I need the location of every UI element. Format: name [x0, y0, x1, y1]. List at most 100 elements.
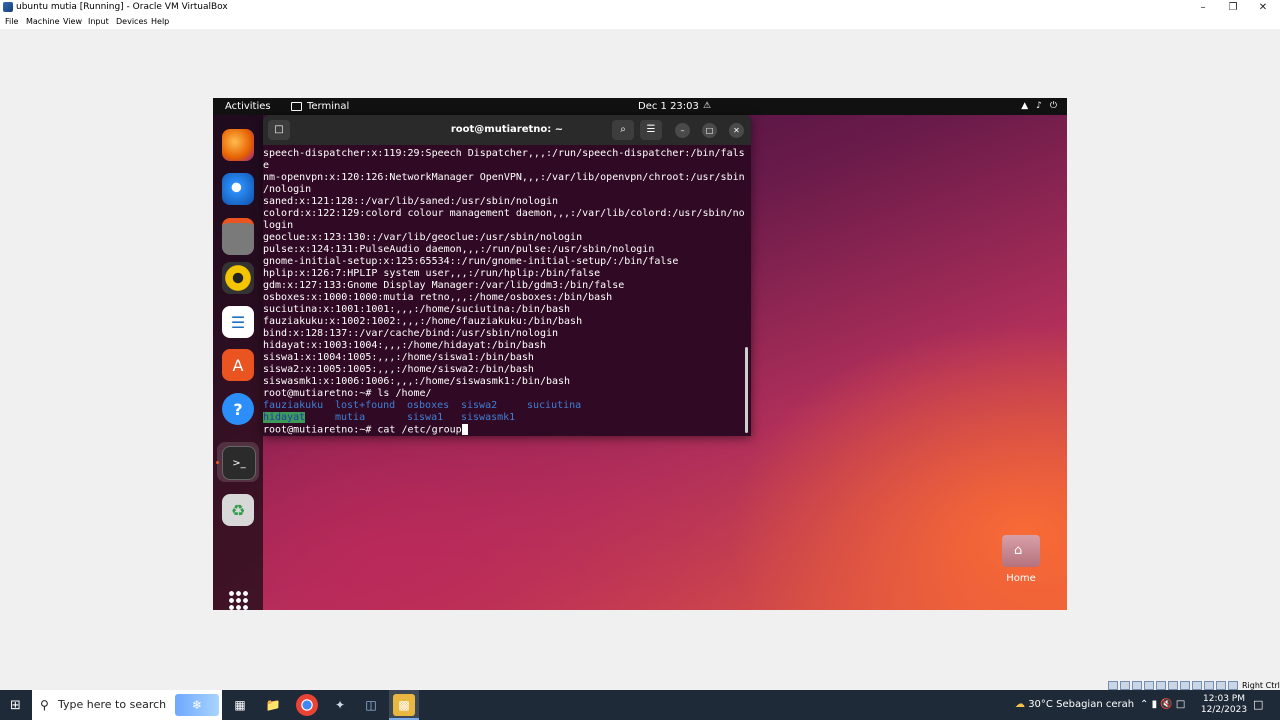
- ls-entry: suciutina: [527, 400, 582, 411]
- network-status-icon[interactable]: [1144, 681, 1154, 690]
- ls-entry: siswa2: [461, 400, 498, 411]
- output-line: saned:x:121:128::/var/lib/saned:/usr/sbi…: [263, 196, 559, 207]
- virtualbox-taskbar-icon[interactable]: ◫: [360, 694, 382, 716]
- task-view-icon[interactable]: ▦: [229, 694, 251, 716]
- speaker-muted-icon[interactable]: 🔇: [1160, 699, 1172, 710]
- output-line: osboxes:x:1000:1000:mutia retno,,,:/home…: [263, 292, 613, 303]
- activities-button[interactable]: Activities: [225, 98, 271, 115]
- running-indicator: [216, 461, 219, 464]
- menu-view[interactable]: View: [63, 15, 82, 29]
- output-line: siswasmk1:x:1006:1006:,,,:/home/siswasmk…: [263, 376, 571, 387]
- menu-devices[interactable]: Devices: [116, 15, 148, 29]
- terminal-icon: [291, 102, 302, 111]
- clock-date: 12/2/2023: [1200, 705, 1248, 715]
- display-icon[interactable]: [1180, 681, 1190, 690]
- hard-disk-icon[interactable]: [1108, 681, 1118, 690]
- cpu-icon[interactable]: [1204, 681, 1214, 690]
- shell-prompt: root@mutiaretno:~#: [263, 424, 378, 436]
- gnome-clock[interactable]: Dec 1 23:03: [638, 98, 699, 115]
- windows-start-icon[interactable]: ⊞: [10, 698, 21, 713]
- show-apps-icon[interactable]: [228, 590, 248, 610]
- output-line: nm-openvpn:x:120:126:NetworkManager Open…: [263, 172, 745, 183]
- notification-bell-icon[interactable]: ⚠: [703, 98, 711, 115]
- vm-window-icon[interactable]: ▩: [393, 694, 415, 716]
- output-line: pulse:x:124:131:PulseAudio daemon,,,:/ru…: [263, 244, 655, 255]
- menu-machine[interactable]: Machine: [26, 15, 60, 29]
- window-title: ubuntu mutia [Running] - Oracle VM Virtu…: [16, 2, 228, 12]
- taskbar-clock[interactable]: 12:03 PM 12/2/2023: [1199, 694, 1249, 716]
- output-line: colord:x:122:129:colord colour managemen…: [263, 208, 745, 219]
- recording-icon[interactable]: [1192, 681, 1202, 690]
- terminal-maximize-button[interactable]: □: [702, 123, 717, 138]
- thunderbird-icon[interactable]: [222, 173, 254, 205]
- ubuntu-dock: ☰ A ? >_ ♻: [213, 115, 263, 610]
- optical-drive-icon[interactable]: [1120, 681, 1130, 690]
- app-name: Terminal: [307, 101, 350, 112]
- software-icon[interactable]: A: [222, 349, 254, 381]
- ls-entry: siswa1: [407, 412, 444, 423]
- keyboard-icon[interactable]: [1228, 681, 1238, 690]
- trash-icon[interactable]: ♻: [222, 494, 254, 526]
- output-line: speech-dispatcher:x:119:29:Speech Dispat…: [263, 148, 745, 159]
- chevron-up-icon[interactable]: ⌃: [1140, 699, 1148, 710]
- libreoffice-writer-icon[interactable]: ☰: [222, 306, 254, 338]
- output-line: siswa1:x:1004:1005:,,,:/home/siswa1:/bin…: [263, 352, 534, 363]
- ls-entry: lost+found: [335, 400, 396, 411]
- search-placeholder: Type here to search: [58, 698, 167, 711]
- files-icon[interactable]: [222, 218, 254, 255]
- usb-icon[interactable]: [1156, 681, 1166, 690]
- shared-folders-icon[interactable]: [1168, 681, 1178, 690]
- command-line[interactable]: root@mutiaretno:~# cat /etc/group: [263, 424, 468, 436]
- vbox-menu-bar: File Machine View Input Devices Help: [0, 15, 1280, 29]
- terminal-close-button[interactable]: ✕: [729, 123, 744, 138]
- search-button[interactable]: ⌕: [612, 120, 634, 140]
- text-cursor: [461, 424, 468, 435]
- weather-widget[interactable]: ☁ 30°C Sebagian cerah: [1015, 690, 1134, 720]
- search-highlight-icon[interactable]: ❄: [175, 694, 219, 716]
- output-line: hplip:x:126:7:HPLIP system user,,,:/run/…: [263, 268, 601, 279]
- app-menu-terminal[interactable]: Terminal: [291, 98, 349, 115]
- network-icon: ▲: [1021, 101, 1029, 111]
- search-icon: ⚲: [40, 698, 49, 712]
- terminal-dock-icon[interactable]: >_: [222, 446, 256, 480]
- ls-entry: osboxes: [407, 400, 450, 411]
- ls-entry: mutia: [335, 412, 366, 423]
- ls-entry-highlighted: hidayat: [263, 412, 306, 423]
- menu-file[interactable]: File: [5, 15, 18, 29]
- terminal-window[interactable]: □ root@mutiaretno: ~ ⌕ ☰ – □ ✕ speech-di…: [263, 115, 751, 436]
- output-line: siswa2:x:1005:1005:,,,:/home/siswa2:/bin…: [263, 364, 534, 375]
- terminal-header-bar: □ root@mutiaretno: ~ ⌕ ☰ – □ ✕: [263, 115, 751, 145]
- system-tray-icons[interactable]: ⌃ ▮ 🔇 □: [1140, 690, 1185, 720]
- home-folder-icon: ⌂: [1002, 535, 1040, 567]
- firefox-icon[interactable]: [222, 129, 254, 161]
- network-icon[interactable]: □: [1176, 699, 1185, 710]
- typed-command: cat /etc/group: [377, 424, 462, 436]
- weather-icon: ☁: [1015, 699, 1025, 710]
- file-explorer-icon[interactable]: 📁: [262, 694, 284, 716]
- notification-icon[interactable]: □: [1253, 698, 1263, 711]
- output-line: root@mutiaretno:~# ls /home/: [263, 388, 432, 399]
- chrome-icon[interactable]: [296, 694, 318, 716]
- maximize-button[interactable]: ❐: [1218, 0, 1248, 15]
- output-line: suciutina:x:1001:1001:,,,:/home/suciutin…: [263, 304, 571, 315]
- output-line: fauziakuku:x:1002:1002:,,,:/home/fauziak…: [263, 316, 583, 327]
- terminal-scrollbar[interactable]: [745, 347, 748, 433]
- menu-help[interactable]: Help: [151, 15, 169, 29]
- rhythmbox-icon[interactable]: [222, 262, 254, 294]
- minimize-button[interactable]: –: [1188, 0, 1218, 15]
- audio-icon[interactable]: [1132, 681, 1142, 690]
- gnome-top-bar: Activities Terminal Dec 1 23:03 ⚠ ▲ ♪ ⏻: [213, 98, 1067, 115]
- ls-entry: fauziakuku: [263, 400, 324, 411]
- hamburger-menu-button[interactable]: ☰: [640, 120, 662, 140]
- system-tray[interactable]: ▲ ♪ ⏻: [1021, 98, 1057, 115]
- app-icon[interactable]: ✦: [329, 694, 351, 716]
- battery-icon[interactable]: ▮: [1152, 699, 1158, 710]
- help-icon[interactable]: ?: [222, 393, 254, 425]
- close-button[interactable]: ✕: [1248, 0, 1278, 15]
- mouse-integration-icon[interactable]: [1216, 681, 1226, 690]
- menu-input[interactable]: Input: [88, 15, 109, 29]
- terminal-minimize-button[interactable]: –: [675, 123, 690, 138]
- desktop-home-folder[interactable]: ⌂ Home: [1001, 535, 1041, 584]
- guest-screen[interactable]: Activities Terminal Dec 1 23:03 ⚠ ▲ ♪ ⏻ …: [213, 98, 1067, 610]
- virtualbox-icon: [3, 2, 13, 12]
